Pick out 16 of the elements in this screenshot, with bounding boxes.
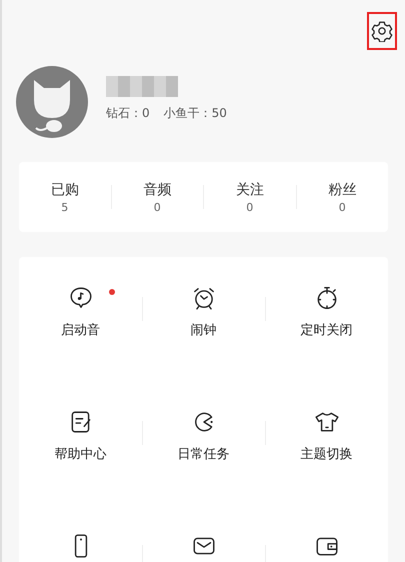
feature-item[interactable]: 启动音	[61, 285, 100, 339]
feature-item[interactable]: 主题切换	[300, 409, 352, 463]
stat-item[interactable]: 已购 5	[19, 180, 110, 214]
stat-item[interactable]: 关注 0	[204, 180, 296, 214]
feature-item[interactable]: 日常任务	[178, 409, 230, 463]
settings-button[interactable]	[367, 12, 397, 50]
stat-item[interactable]: 音频 0	[112, 180, 203, 214]
settings-icon	[371, 20, 393, 42]
feature-item[interactable]: 定时关闭	[300, 285, 352, 339]
feature-item[interactable]: 帮助中心	[54, 409, 106, 463]
blurred-username	[106, 76, 178, 97]
diamond-balance: 钻石：0	[106, 105, 150, 122]
feature-item[interactable]: 闹钟	[190, 285, 216, 339]
speech-bubble-music-icon	[68, 285, 94, 311]
stat-item[interactable]: 粉丝 0	[296, 180, 388, 214]
fish-balance: 小鱼干：50	[164, 105, 227, 122]
